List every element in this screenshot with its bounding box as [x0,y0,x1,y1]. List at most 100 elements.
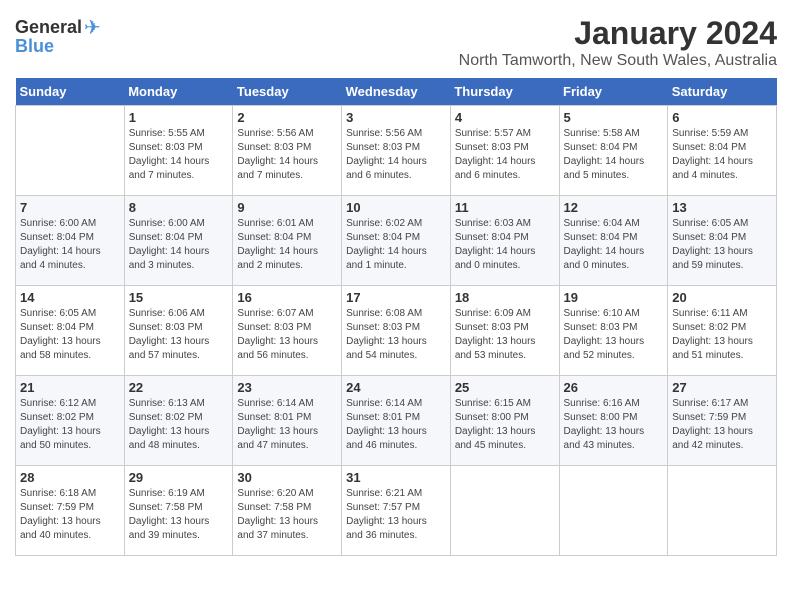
calendar-cell [668,466,777,556]
calendar-cell: 9 Sunrise: 6:01 AMSunset: 8:04 PMDaylight… [233,196,342,286]
weekday-header-friday: Friday [559,78,668,106]
title-section: January 2024 North Tamworth, New South W… [459,15,777,70]
calendar-cell: 17 Sunrise: 6:08 AMSunset: 8:03 PMDayligh… [342,286,451,376]
day-number: 31 [346,470,446,485]
day-info: Sunrise: 5:58 AMSunset: 8:04 PMDaylight:… [564,127,664,183]
day-number: 2 [237,110,337,125]
calendar-cell: 22 Sunrise: 6:13 AMSunset: 8:02 PMDayligh… [124,376,233,466]
calendar-cell: 21Sunrise: 6:12 AMSunset: 8:02 PMDayligh… [16,376,125,466]
day-number: 10 [346,200,446,215]
day-number: 30 [237,470,337,485]
logo: General ✈ Blue [15,15,101,57]
calendar-cell: 6 Sunrise: 5:59 AMSunset: 8:04 PMDaylight… [668,106,777,196]
day-info: Sunrise: 6:01 AMSunset: 8:04 PMDaylight:… [237,217,337,273]
calendar-week-4: 21Sunrise: 6:12 AMSunset: 8:02 PMDayligh… [16,376,777,466]
calendar-cell: 5 Sunrise: 5:58 AMSunset: 8:04 PMDaylight… [559,106,668,196]
day-info: Sunrise: 6:04 AMSunset: 8:04 PMDaylight:… [564,217,664,273]
day-info: Sunrise: 6:00 AMSunset: 8:04 PMDaylight:… [20,217,120,273]
calendar-table: SundayMondayTuesdayWednesdayThursdayFrid… [15,78,777,556]
calendar-cell: 20 Sunrise: 6:11 AMSunset: 8:02 PMDayligh… [668,286,777,376]
calendar-cell: 26 Sunrise: 6:16 AMSunset: 8:00 PMDayligh… [559,376,668,466]
day-info: Sunrise: 6:00 AMSunset: 8:04 PMDaylight:… [129,217,229,273]
day-info: Sunrise: 5:59 AMSunset: 8:04 PMDaylight:… [672,127,772,183]
day-number: 24 [346,380,446,395]
calendar-week-3: 14 Sunrise: 6:05 AMSunset: 8:04 PMDayligh… [16,286,777,376]
day-number: 22 [129,380,229,395]
calendar-cell: 25 Sunrise: 6:15 AMSunset: 8:00 PMDayligh… [450,376,559,466]
day-info: Sunrise: 5:56 AMSunset: 8:03 PMDaylight:… [346,127,446,183]
day-info: Sunrise: 5:55 AMSunset: 8:03 PMDaylight:… [129,127,229,183]
calendar-cell: 28Sunrise: 6:18 AMSunset: 7:59 PMDayligh… [16,466,125,556]
logo-bird-icon: ✈ [84,15,101,40]
day-number: 20 [672,290,772,305]
logo-general: General [15,17,82,38]
location: North Tamworth, New South Wales, Austral… [459,52,777,70]
weekday-header-tuesday: Tuesday [233,78,342,106]
weekday-header-thursday: Thursday [450,78,559,106]
calendar-cell: 24 Sunrise: 6:14 AMSunset: 8:01 PMDayligh… [342,376,451,466]
day-number: 14 [20,290,120,305]
calendar-cell: 13Sunrise: 6:05 AMSunset: 8:04 PMDayligh… [668,196,777,286]
day-info: Sunrise: 6:14 AMSunset: 8:01 PMDaylight:… [346,397,446,453]
day-info: Sunrise: 6:13 AMSunset: 8:02 PMDaylight:… [129,397,229,453]
calendar-cell: 14 Sunrise: 6:05 AMSunset: 8:04 PMDayligh… [16,286,125,376]
calendar-cell [559,466,668,556]
day-info: Sunrise: 6:03 AMSunset: 8:04 PMDaylight:… [455,217,555,273]
day-info: Sunrise: 6:02 AMSunset: 8:04 PMDaylight:… [346,217,446,273]
calendar-cell: 16Sunrise: 6:07 AMSunset: 8:03 PMDayligh… [233,286,342,376]
calendar-cell: 3 Sunrise: 5:56 AMSunset: 8:03 PMDaylight… [342,106,451,196]
weekday-header-wednesday: Wednesday [342,78,451,106]
calendar-week-1: 1 Sunrise: 5:55 AMSunset: 8:03 PMDaylight… [16,106,777,196]
day-info: Sunrise: 6:11 AMSunset: 8:02 PMDaylight:… [672,307,772,363]
day-number: 23 [237,380,337,395]
day-number: 16 [237,290,337,305]
day-info: Sunrise: 6:21 AMSunset: 7:57 PMDaylight:… [346,487,446,543]
day-number: 3 [346,110,446,125]
calendar-week-5: 28Sunrise: 6:18 AMSunset: 7:59 PMDayligh… [16,466,777,556]
day-number: 1 [129,110,229,125]
calendar-cell: 30Sunrise: 6:20 AMSunset: 7:58 PMDayligh… [233,466,342,556]
calendar-cell: 27 Sunrise: 6:17 AMSunset: 7:59 PMDayligh… [668,376,777,466]
weekday-header-sunday: Sunday [16,78,125,106]
month-title: January 2024 [459,15,777,52]
day-number: 9 [237,200,337,215]
calendar-cell: 1 Sunrise: 5:55 AMSunset: 8:03 PMDaylight… [124,106,233,196]
day-number: 6 [672,110,772,125]
day-number: 21 [20,380,120,395]
calendar-cell: 10 Sunrise: 6:02 AMSunset: 8:04 PMDayligh… [342,196,451,286]
day-number: 27 [672,380,772,395]
day-number: 11 [455,200,555,215]
day-info: Sunrise: 6:05 AMSunset: 8:04 PMDaylight:… [20,307,120,363]
weekday-header-monday: Monday [124,78,233,106]
calendar-cell [450,466,559,556]
calendar-cell: 2 Sunrise: 5:56 AMSunset: 8:03 PMDaylight… [233,106,342,196]
day-number: 17 [346,290,446,305]
calendar-cell: 12 Sunrise: 6:04 AMSunset: 8:04 PMDayligh… [559,196,668,286]
calendar-cell: 11 Sunrise: 6:03 AMSunset: 8:04 PMDayligh… [450,196,559,286]
day-info: Sunrise: 6:15 AMSunset: 8:00 PMDaylight:… [455,397,555,453]
day-info: Sunrise: 5:56 AMSunset: 8:03 PMDaylight:… [237,127,337,183]
day-number: 29 [129,470,229,485]
page-header: General ✈ Blue January 2024 North Tamwor… [15,15,777,70]
day-info: Sunrise: 6:16 AMSunset: 8:00 PMDaylight:… [564,397,664,453]
calendar-cell: 4Sunrise: 5:57 AMSunset: 8:03 PMDaylight… [450,106,559,196]
calendar-week-2: 7Sunrise: 6:00 AMSunset: 8:04 PMDaylight… [16,196,777,286]
day-info: Sunrise: 6:09 AMSunset: 8:03 PMDaylight:… [455,307,555,363]
day-info: Sunrise: 6:06 AMSunset: 8:03 PMDaylight:… [129,307,229,363]
day-info: Sunrise: 6:19 AMSunset: 7:58 PMDaylight:… [129,487,229,543]
calendar-cell: 18Sunrise: 6:09 AMSunset: 8:03 PMDayligh… [450,286,559,376]
day-number: 4 [455,110,555,125]
weekday-header-saturday: Saturday [668,78,777,106]
day-number: 15 [129,290,229,305]
day-number: 25 [455,380,555,395]
calendar-cell: 15 Sunrise: 6:06 AMSunset: 8:03 PMDayligh… [124,286,233,376]
day-number: 8 [129,200,229,215]
weekday-header-row: SundayMondayTuesdayWednesdayThursdayFrid… [16,78,777,106]
day-number: 12 [564,200,664,215]
day-info: Sunrise: 6:17 AMSunset: 7:59 PMDaylight:… [672,397,772,453]
day-info: Sunrise: 6:18 AMSunset: 7:59 PMDaylight:… [20,487,120,543]
day-number: 26 [564,380,664,395]
day-info: Sunrise: 6:08 AMSunset: 8:03 PMDaylight:… [346,307,446,363]
day-number: 5 [564,110,664,125]
calendar-cell: 8 Sunrise: 6:00 AMSunset: 8:04 PMDaylight… [124,196,233,286]
